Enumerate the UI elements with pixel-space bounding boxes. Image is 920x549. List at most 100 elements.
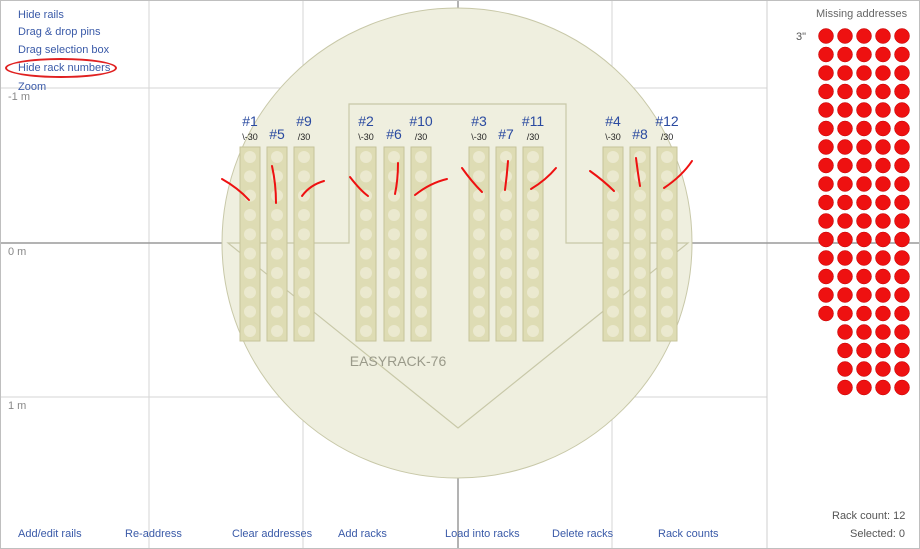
missing-address-dot bbox=[856, 250, 872, 266]
rack-hole bbox=[500, 209, 512, 221]
missing-address-dot bbox=[856, 324, 872, 340]
axis-label-1m: 1 m bbox=[8, 400, 27, 412]
rack-hole bbox=[244, 209, 256, 221]
missing-address-dot bbox=[837, 213, 853, 229]
rack-hole bbox=[244, 247, 256, 260]
re-address-button[interactable]: Re-address bbox=[125, 528, 182, 540]
missing-address-dot bbox=[856, 268, 872, 285]
missing-address-dot bbox=[837, 83, 853, 100]
missing-address-dot bbox=[875, 213, 891, 229]
rack-angle-label: /30 bbox=[527, 132, 540, 142]
missing-address-dot bbox=[856, 120, 872, 137]
missing-address-dot bbox=[894, 83, 910, 100]
rack-hole bbox=[607, 209, 619, 221]
missing-address-dot bbox=[894, 102, 910, 118]
missing-address-dot bbox=[818, 83, 834, 100]
missing-address-dot bbox=[818, 120, 834, 137]
rack-hole bbox=[634, 267, 646, 279]
rack-hole bbox=[271, 305, 283, 318]
missing-address-dot bbox=[818, 287, 834, 303]
rack-hole bbox=[527, 228, 539, 241]
rack-hole bbox=[500, 189, 512, 202]
missing-address-dot bbox=[875, 194, 891, 211]
rack-angle-label: /30 bbox=[298, 132, 311, 142]
drag-drop-pins-link[interactable]: Drag & drop pins bbox=[18, 26, 101, 38]
rack-angle-label: \-30 bbox=[242, 132, 258, 142]
rack-hole bbox=[298, 286, 310, 299]
rack-count-label: Rack count: 12 bbox=[832, 510, 906, 522]
rack-hole bbox=[415, 151, 427, 163]
rack-hole bbox=[298, 267, 310, 279]
rack-hole bbox=[473, 325, 485, 337]
rack-hole bbox=[661, 209, 673, 221]
rack-hole bbox=[527, 151, 539, 163]
rack-counts-button[interactable]: Rack counts bbox=[658, 528, 719, 540]
missing-address-dot bbox=[894, 46, 910, 63]
rack-hole bbox=[473, 151, 485, 163]
rack-hole bbox=[360, 267, 372, 279]
missing-address-dot bbox=[894, 194, 910, 211]
rack-hole bbox=[500, 325, 512, 337]
rack-hole bbox=[527, 305, 539, 318]
rack-angle-label: \-30 bbox=[358, 132, 374, 142]
rack-hole bbox=[473, 228, 485, 241]
rack-hole bbox=[360, 170, 372, 183]
missing-address-dot bbox=[818, 28, 834, 44]
missing-address-dot bbox=[818, 213, 834, 229]
missing-address-dot bbox=[875, 28, 891, 44]
missing-address-dot bbox=[818, 194, 834, 211]
missing-address-dot bbox=[875, 324, 891, 340]
missing-address-dot bbox=[856, 213, 872, 229]
hide-rack-numbers-link[interactable]: Hide rack numbers bbox=[18, 62, 110, 74]
missing-address-dot bbox=[837, 361, 853, 377]
rack-layout-editor: #1 \-30 #5 #9/30 #2 \-30 #6 #10/30 #3 \-30 #7 #11/3… bbox=[0, 0, 920, 549]
rack-hole bbox=[415, 325, 427, 337]
rack-hole bbox=[661, 267, 673, 279]
rack-hole bbox=[607, 189, 619, 202]
add-racks-button[interactable]: Add racks bbox=[338, 528, 387, 540]
missing-address-dot bbox=[837, 268, 853, 285]
drag-selection-box-link[interactable]: Drag selection box bbox=[18, 44, 109, 56]
missing-address-dot bbox=[894, 231, 910, 248]
rack-hole bbox=[298, 170, 310, 183]
rack-angle-label: /30 bbox=[415, 132, 428, 142]
missing-address-dot bbox=[875, 250, 891, 266]
missing-address-dot bbox=[818, 102, 834, 118]
missing-address-dot bbox=[818, 176, 834, 192]
load-into-racks-button[interactable]: Load into racks bbox=[445, 528, 520, 540]
rack-hole bbox=[271, 325, 283, 337]
missing-address-dot bbox=[856, 194, 872, 211]
rack-hole bbox=[634, 189, 646, 202]
missing-addresses-title: Missing addresses bbox=[816, 8, 908, 20]
rack-number-label: #1 bbox=[242, 113, 258, 129]
missing-address-dot bbox=[894, 361, 910, 377]
missing-address-dot bbox=[894, 379, 910, 396]
rack-number-label: #4 bbox=[605, 113, 621, 129]
clear-addresses-button[interactable]: Clear addresses bbox=[232, 528, 312, 540]
delete-racks-button[interactable]: Delete racks bbox=[552, 528, 613, 540]
rack-number-label: #11 bbox=[522, 113, 545, 129]
rack-hole bbox=[271, 228, 283, 241]
rack-hole bbox=[244, 267, 256, 279]
missing-address-dot bbox=[875, 361, 891, 377]
rack-number-label: #3 bbox=[471, 113, 487, 129]
missing-address-dot bbox=[837, 157, 853, 174]
rack-hole bbox=[500, 267, 512, 279]
missing-address-dot bbox=[837, 120, 853, 137]
rack-number-label: #8 bbox=[632, 126, 648, 142]
rack-number-label: #6 bbox=[386, 126, 402, 142]
rack-number-label: #12 bbox=[655, 113, 679, 129]
rack-angle-label: \-30 bbox=[605, 132, 621, 142]
rack-hole bbox=[271, 286, 283, 299]
rack-hole bbox=[500, 305, 512, 318]
missing-address-dot bbox=[837, 287, 853, 303]
hide-rails-link[interactable]: Hide rails bbox=[18, 9, 64, 21]
missing-address-dot bbox=[837, 176, 853, 192]
layout-canvas[interactable]: #1 \-30 #5 #9/30 #2 \-30 #6 #10/30 #3 \-30 #7 #11/3… bbox=[0, 0, 920, 549]
rack-hole bbox=[500, 151, 512, 163]
missing-address-dot bbox=[856, 361, 872, 377]
rack-hole bbox=[388, 286, 400, 299]
add-edit-rails-button[interactable]: Add/edit rails bbox=[18, 528, 82, 540]
rack-hole bbox=[527, 267, 539, 279]
missing-address-dot bbox=[837, 194, 853, 211]
